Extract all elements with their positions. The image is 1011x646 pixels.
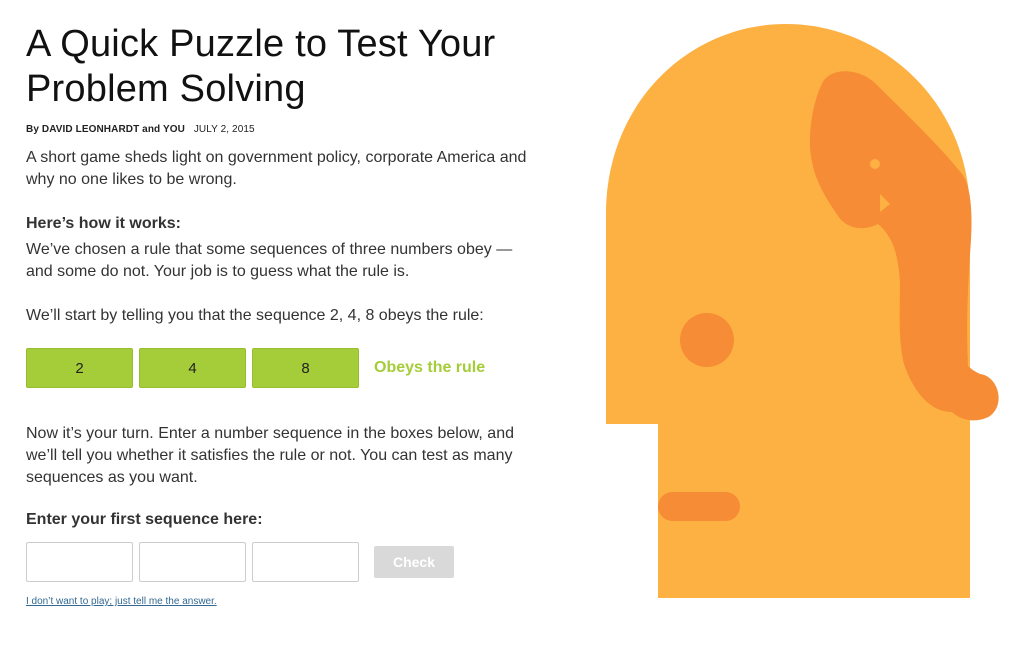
example-result-label: Obeys the rule (374, 359, 486, 376)
headline: A Quick Puzzle to Test Your Problem Solv… (26, 23, 496, 110)
article: A Quick Puzzle to Test Your Problem Solv… (26, 22, 536, 609)
example-sequence-row: 2 4 8 Obeys the rule (26, 348, 536, 388)
how-it-works-body: We’ve chosen a rule that some sequences … (26, 241, 513, 280)
example-number-1: 2 (26, 348, 133, 388)
enter-sequence-heading: Enter your first sequence here: (26, 511, 263, 528)
summary: A short game sheds light on government p… (26, 149, 527, 188)
instructions-text: Now it’s your turn. Enter a number seque… (26, 425, 514, 486)
how-it-works-heading: Here’s how it works: (26, 215, 181, 232)
sequence-input-2[interactable] (139, 542, 246, 582)
skip-to-answer-link[interactable]: I don’t want to play; just tell me the a… (26, 596, 217, 607)
check-button[interactable]: Check (374, 546, 454, 578)
inner-figure-eye (870, 159, 880, 169)
eye-shape (680, 313, 734, 367)
head-illustration (600, 24, 1000, 604)
byline: By DAVID LEONHARDT and YOU JULY 2, 2015 (26, 124, 536, 135)
head-illustration-icon (606, 24, 999, 598)
byline-date: JULY 2, 2015 (193, 124, 255, 135)
mouth-shape (658, 492, 740, 521)
byline-by: By (26, 124, 39, 135)
example-number-2: 4 (139, 348, 246, 388)
sequence-input-3[interactable] (252, 542, 359, 582)
start-sequence-text: We’ll start by telling you that the sequ… (26, 307, 484, 324)
byline-authors: DAVID LEONHARDT and YOU (41, 124, 185, 135)
example-number-3: 8 (252, 348, 359, 388)
sequence-input-1[interactable] (26, 542, 133, 582)
sequence-input-row: Check (26, 542, 536, 582)
